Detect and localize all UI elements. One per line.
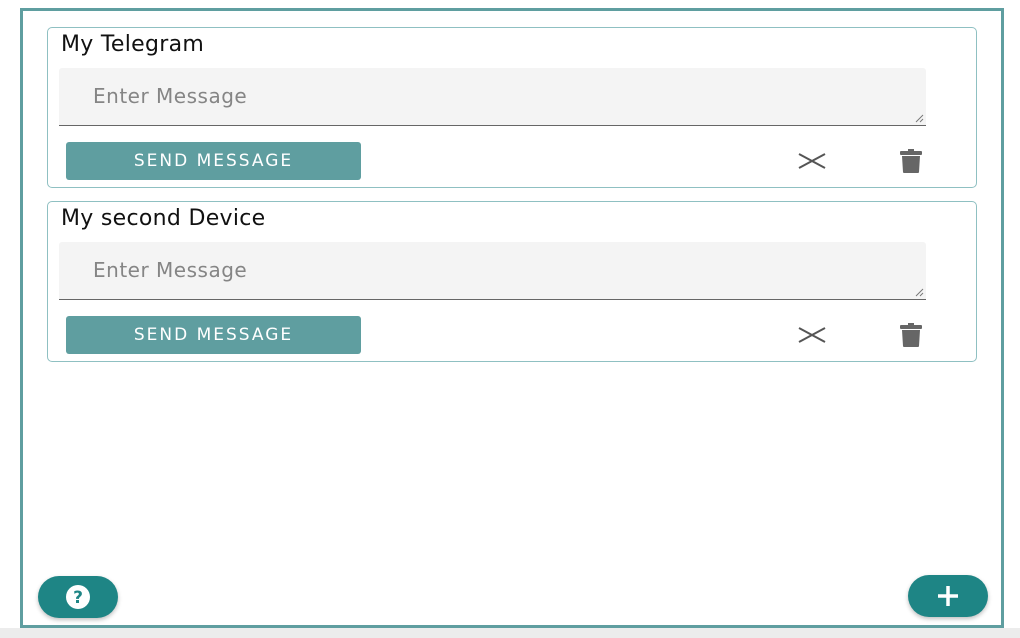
add-device-button[interactable] bbox=[908, 575, 988, 617]
delete-button[interactable] bbox=[898, 322, 924, 348]
message-input[interactable]: Enter Message bbox=[59, 68, 926, 126]
close-icon bbox=[798, 153, 826, 169]
device-title: My Telegram bbox=[61, 32, 205, 57]
device-panel: My Telegram Enter Message SEND MESSAGE M… bbox=[20, 8, 1004, 628]
resize-grip-icon[interactable] bbox=[914, 287, 924, 297]
trash-icon bbox=[900, 323, 922, 347]
close-button[interactable] bbox=[797, 151, 827, 171]
svg-text:?: ? bbox=[73, 588, 83, 608]
trash-icon bbox=[900, 149, 922, 173]
help-button[interactable]: ? bbox=[38, 576, 118, 618]
send-message-button[interactable]: SEND MESSAGE bbox=[66, 316, 361, 354]
bottom-edge bbox=[0, 628, 1020, 638]
message-input[interactable]: Enter Message bbox=[59, 242, 926, 300]
close-icon bbox=[798, 327, 826, 343]
resize-grip-icon[interactable] bbox=[914, 113, 924, 123]
close-button[interactable] bbox=[797, 325, 827, 345]
plus-icon bbox=[938, 586, 958, 606]
device-card: My Telegram Enter Message SEND MESSAGE bbox=[47, 27, 977, 188]
delete-button[interactable] bbox=[898, 148, 924, 174]
device-title: My second Device bbox=[61, 206, 266, 231]
device-card: My second Device Enter Message SEND MESS… bbox=[47, 201, 977, 362]
send-message-button[interactable]: SEND MESSAGE bbox=[66, 142, 361, 180]
question-circle-icon: ? bbox=[66, 585, 90, 609]
message-placeholder: Enter Message bbox=[93, 258, 248, 282]
message-placeholder: Enter Message bbox=[93, 84, 248, 108]
